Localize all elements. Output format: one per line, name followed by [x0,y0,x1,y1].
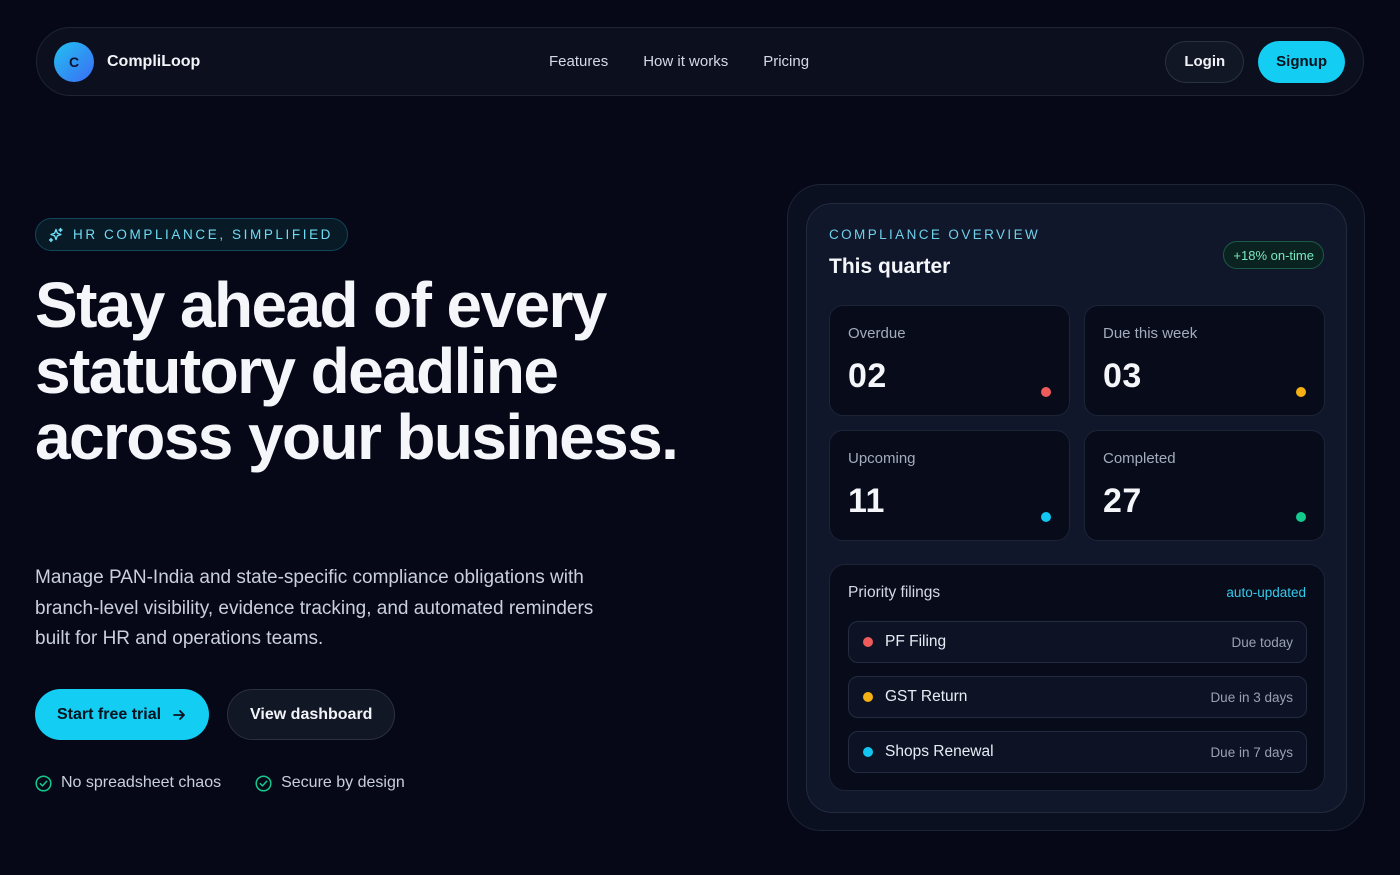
login-button[interactable]: Login [1165,40,1245,83]
hero-badge: HR COMPLIANCE, SIMPLIFIED [35,218,349,251]
status-dot [1296,512,1306,522]
check-label: Secure by design [281,774,405,791]
status-dot [863,747,873,757]
start-free-trial-label: Start free trial [57,705,162,723]
stat-card-due-this-week[interactable]: Due this week 03 [1084,305,1325,416]
stat-label: Upcoming [848,450,916,467]
view-dashboard-button[interactable]: View dashboard [227,689,396,740]
hero-subtext: Manage PAN-India and state-specific comp… [35,567,594,649]
check-circle-icon [255,774,272,792]
filing-row-shops[interactable]: Shops Renewal Due in 7 days [848,731,1307,773]
start-free-trial-button[interactable]: Start free trial [35,689,210,740]
status-dot [863,692,873,702]
hero-badge-text: HR COMPLIANCE, SIMPLIFIED [73,227,334,242]
nav-link-pricing[interactable]: Pricing [763,53,809,70]
stat-label: Completed [1103,450,1176,467]
hero-headline: Stay ahead of every statutory deadline a… [35,269,679,473]
stat-card-completed[interactable]: Completed 27 [1084,430,1325,541]
auto-updated-label: auto-updated [1226,585,1306,600]
filing-row-pf[interactable]: PF Filing Due today [848,621,1307,663]
nav-link-how-it-works[interactable]: How it works [643,53,728,70]
nav-link-features[interactable]: Features [549,53,608,70]
priority-filings-panel: Priority filings auto-updated PF Filing … [829,564,1325,791]
status-dot [1041,387,1051,397]
nav-actions: Login Signup [1165,40,1345,83]
filing-name: GST Return [885,688,968,705]
status-dot [1041,512,1051,522]
top-navbar: C CompliLoop Features How it works Prici… [36,27,1364,96]
stat-card-overdue[interactable]: Overdue 02 [829,305,1070,416]
stat-value: 27 [1103,482,1142,520]
brand-name[interactable]: CompliLoop [107,53,200,71]
check-circle-icon [35,774,52,792]
overview-title: This quarter [829,255,951,278]
dashboard-preview-card: COMPLIANCE OVERVIEW This quarter +18% on… [787,184,1365,831]
nav-links: Features How it works Pricing [549,28,809,95]
hero-checks: No spreadsheet chaos Secure by design [35,774,405,792]
status-dot [863,637,873,647]
filing-name: PF Filing [885,633,947,650]
check-item: No spreadsheet chaos [35,774,221,792]
stat-value: 02 [848,357,887,395]
status-dot [1296,387,1306,397]
on-time-badge: +18% on-time [1223,241,1324,269]
sparkle-icon [48,227,63,242]
filing-row-gst[interactable]: GST Return Due in 3 days [848,676,1307,718]
stat-card-upcoming[interactable]: Upcoming 11 [829,430,1070,541]
filing-due: Due in 7 days [1210,744,1293,760]
stat-label: Due this week [1103,325,1198,342]
stat-label: Overdue [848,325,906,342]
arrow-right-icon [173,709,185,720]
filing-due: Due in 3 days [1210,689,1293,705]
stat-value: 03 [1103,357,1142,395]
overview-label: COMPLIANCE OVERVIEW [829,227,1041,242]
logo-letter: C [68,53,80,70]
hero-cta-row: Start free trial View dashboard [35,689,396,740]
compliance-overview-panel: COMPLIANCE OVERVIEW This quarter +18% on… [806,203,1347,813]
stat-value: 11 [848,482,885,520]
filing-name: Shops Renewal [885,743,994,760]
brand-logo[interactable]: C [54,41,94,82]
check-label: No spreadsheet chaos [61,774,222,791]
signup-button[interactable]: Signup [1258,40,1345,83]
check-item: Secure by design [255,774,405,792]
filing-due: Due today [1231,634,1293,650]
priority-filings-title: Priority filings [848,584,941,601]
